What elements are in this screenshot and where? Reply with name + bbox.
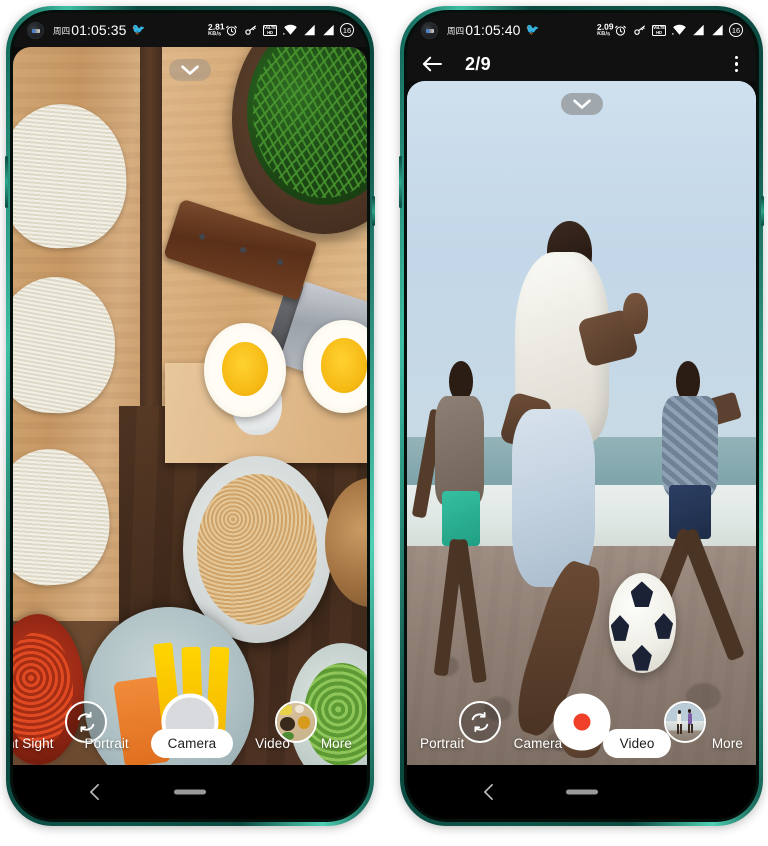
page-title-right: 2/9 — [465, 53, 491, 74]
kebab-dot-3 — [734, 68, 738, 73]
chevron-down-icon-left — [181, 64, 199, 75]
mode-more-right[interactable]: More — [703, 730, 752, 757]
phone-body-left: 周四 01:05:35 🐦 2.81 KB/s VoLTE HD 16 t Si… — [10, 10, 370, 822]
phone-screen-left: 周四 01:05:35 🐦 2.81 KB/s VoLTE HD 16 t Si… — [13, 13, 367, 819]
signal-2-icon-left — [322, 24, 334, 36]
expand-settings-chevron-right[interactable] — [560, 93, 603, 115]
main-player-hand-right — [623, 293, 648, 335]
signal-2-icon-right — [711, 24, 723, 36]
phone-device-right: 周四 01:05:40 🐦 2.09 KB/s VoLTE HD 16 2/9 … — [399, 6, 764, 826]
back-arrow-icon-right[interactable] — [421, 55, 443, 73]
right-player-shirt — [661, 395, 718, 499]
status-bar-right: 周四 01:05:40 🐦 2.09 KB/s VoLTE HD 16 — [407, 13, 756, 47]
net-speed-left: 2.81 KB/s — [203, 21, 225, 37]
left-player-shorts — [441, 491, 481, 547]
viewfinder-left[interactable] — [13, 47, 367, 765]
nav-home-indicator-left[interactable] — [174, 789, 206, 795]
net-speed-right: 2.09 KB/s — [592, 21, 614, 37]
expand-settings-chevron-left[interactable] — [169, 59, 211, 81]
mode-portrait-right[interactable]: Portrait — [411, 730, 473, 757]
mode-night-sight-left[interactable]: ht Sight — [13, 730, 63, 757]
alarm-icon-right — [615, 25, 626, 36]
punch-hole-camera-icon-right — [421, 21, 438, 39]
system-nav-bar-right — [407, 765, 756, 819]
mode-video-left[interactable]: Video — [246, 730, 299, 757]
power-button-left[interactable] — [372, 196, 375, 226]
signal-1-icon-right — [693, 24, 704, 36]
status-clock-left: 01:05:35 — [71, 22, 127, 38]
left-player-shirt — [434, 395, 484, 506]
volume-button-left[interactable] — [5, 156, 8, 208]
battery-icon-right: 16 — [729, 23, 743, 37]
volume-button-right[interactable] — [399, 156, 402, 208]
battery-level-right: 16 — [731, 25, 741, 35]
main-player-shorts — [511, 409, 596, 588]
status-clock-group-right: 周四 01:05:40 — [447, 22, 521, 38]
mode-video-right[interactable]: Video — [602, 728, 672, 758]
phone-device-left: 周四 01:05:35 🐦 2.81 KB/s VoLTE HD 16 t Si… — [5, 6, 375, 826]
wifi-icon-left — [282, 24, 297, 35]
mode-camera-left[interactable]: Camera — [150, 728, 234, 758]
nav-home-indicator-right[interactable] — [565, 789, 598, 795]
camera-mode-bar-left: ht Sight Portrait Camera Video More — [13, 721, 367, 765]
phone-body-right: 周四 01:05:40 🐦 2.09 KB/s VoLTE HD 16 2/9 … — [404, 10, 759, 822]
battery-level-left: 16 — [342, 25, 352, 35]
kebab-dot-1 — [734, 55, 738, 60]
volte-icon-left: VoLTE HD — [263, 24, 277, 36]
battery-icon-left: 16 — [340, 23, 354, 37]
nav-back-icon-right[interactable] — [483, 783, 494, 801]
status-weekday-left: 周四 — [53, 26, 71, 36]
status-clock-right: 01:05:40 — [465, 22, 521, 38]
overflow-menu-button-right[interactable] — [731, 52, 743, 77]
status-bar-left: 周四 01:05:35 🐦 2.81 KB/s VoLTE HD 16 — [13, 13, 367, 47]
status-clock-group-left: 周四 01:05:35 — [53, 22, 127, 38]
football — [609, 573, 676, 673]
bird-icon-left: 🐦 — [131, 23, 146, 36]
alarm-icon-left — [226, 25, 237, 36]
screenshot-root: 周四 01:05:35 🐦 2.81 KB/s VoLTE HD 16 t Si… — [0, 0, 768, 846]
viewfinder-right[interactable] — [407, 81, 756, 765]
camera-preview-food — [13, 47, 367, 765]
kebab-dot-2 — [734, 62, 738, 66]
nav-back-icon-left[interactable] — [89, 783, 100, 801]
status-icons-left: 2.81 KB/s VoLTE HD 16 — [203, 21, 354, 37]
status-weekday-right: 周四 — [447, 26, 465, 36]
net-speed-unit-right: KB/s — [597, 30, 611, 37]
phone-screen-right: 周四 01:05:40 🐦 2.09 KB/s VoLTE HD 16 2/9 … — [407, 13, 756, 819]
status-icons-right: 2.09 KB/s VoLTE HD 16 — [592, 21, 743, 37]
sesame-grains — [197, 474, 318, 625]
mode-camera-right[interactable]: Camera — [505, 730, 572, 757]
chevron-down-icon-right — [572, 98, 591, 109]
key-icon-left — [244, 25, 256, 35]
key-icon-right — [633, 25, 645, 35]
app-top-bar-right: 2/9 — [407, 47, 756, 81]
mode-more-left[interactable]: More — [312, 730, 361, 757]
volte-icon-right: VoLTE HD — [652, 24, 666, 36]
power-button-right[interactable] — [761, 196, 764, 226]
mode-portrait-left[interactable]: Portrait — [75, 730, 137, 757]
camera-mode-bar-right: Portrait Camera Video More — [407, 721, 756, 765]
camera-preview-beach — [407, 81, 756, 765]
volte-line2-right: HD — [656, 30, 662, 35]
wifi-icon-right — [671, 24, 686, 35]
system-nav-bar-left — [13, 765, 367, 819]
boiled-egg-1 — [204, 323, 286, 417]
punch-hole-camera-icon — [27, 21, 44, 39]
volte-line2-left: HD — [267, 30, 273, 35]
net-speed-unit-left: KB/s — [208, 30, 222, 37]
bird-icon-right: 🐦 — [525, 23, 540, 36]
signal-1-icon-left — [304, 24, 315, 36]
